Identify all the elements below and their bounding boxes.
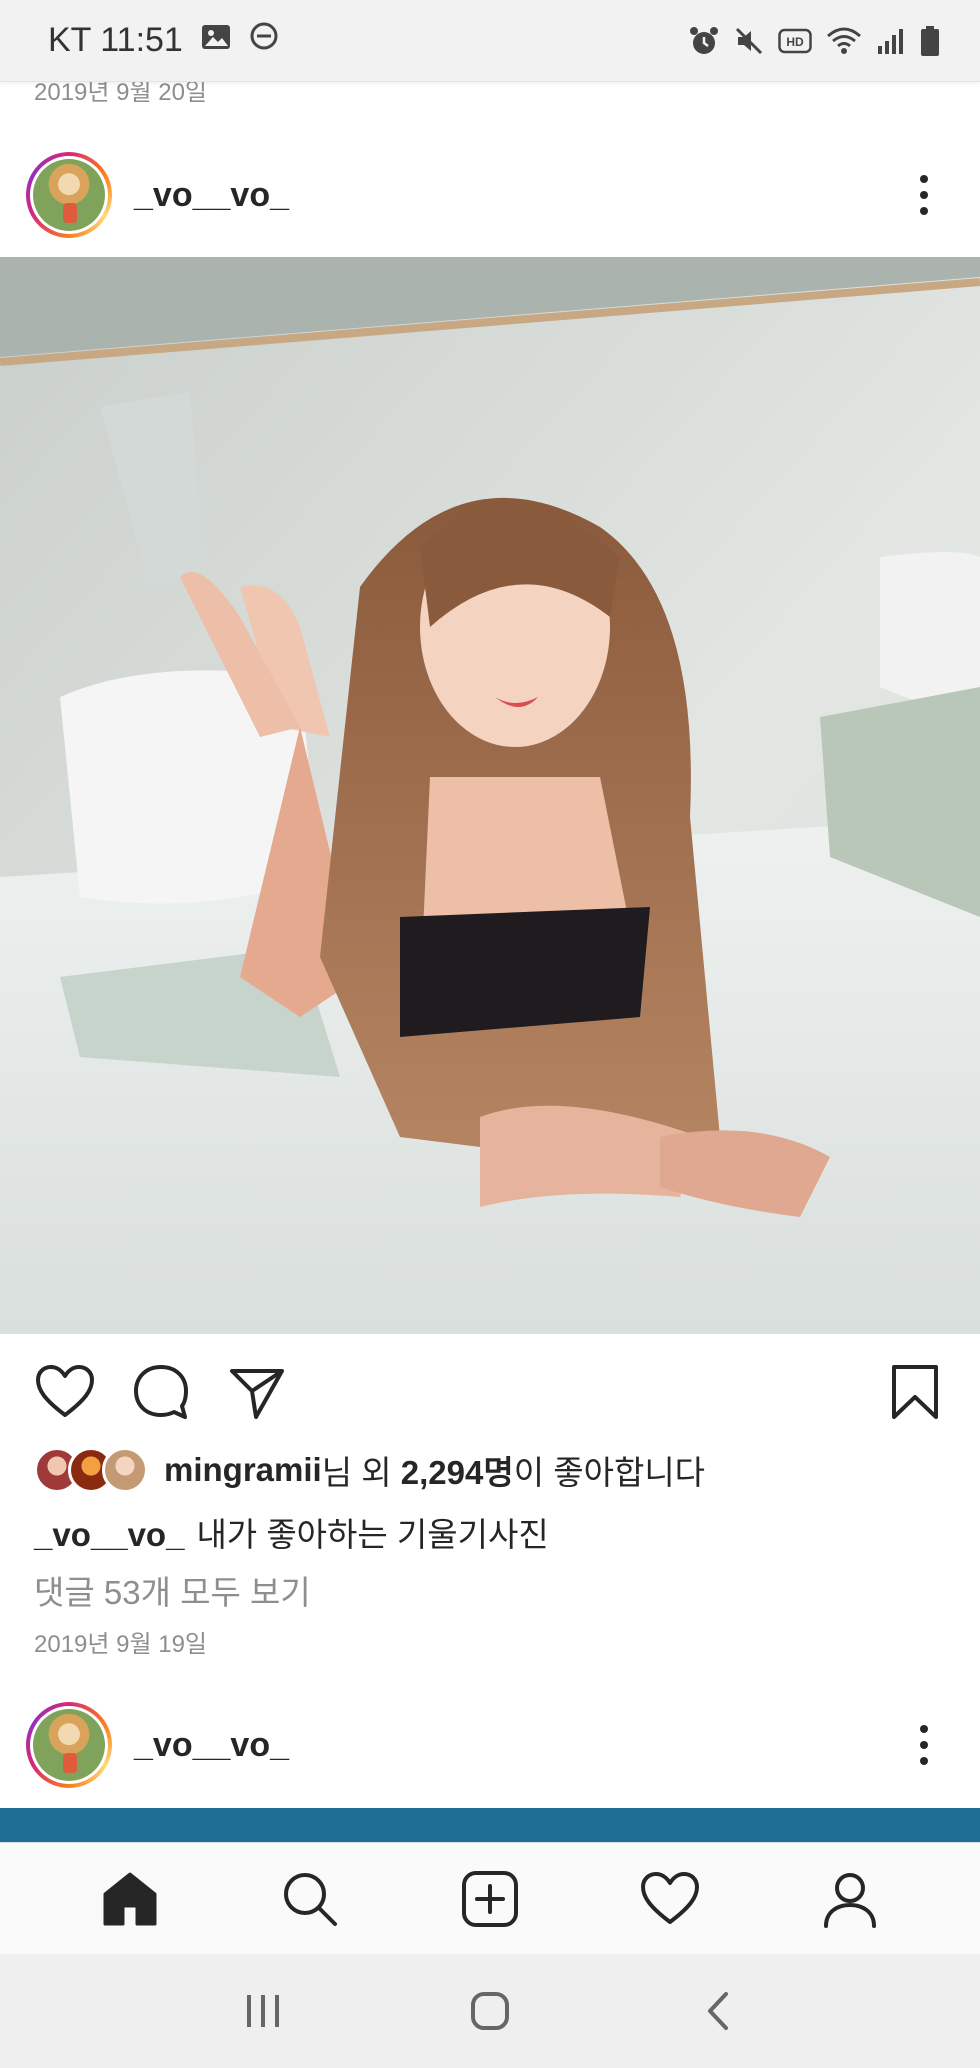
- next-post-header: _vo__vo_: [0, 1695, 980, 1795]
- mute-icon: [734, 26, 764, 56]
- post-username[interactable]: _vo__vo_: [134, 176, 289, 215]
- like-heart-icon[interactable]: [30, 1357, 100, 1427]
- share-send-icon[interactable]: [222, 1357, 292, 1427]
- carrier-time: KT 11:51: [48, 21, 183, 59]
- new-post-icon[interactable]: [450, 1859, 530, 1939]
- more-options-icon[interactable]: [904, 1715, 944, 1775]
- dnd-icon: [249, 21, 279, 60]
- back-icon[interactable]: [677, 1971, 757, 2051]
- home-button-icon[interactable]: [450, 1971, 530, 2051]
- hd-icon: HD: [778, 27, 812, 55]
- post-date: 2019년 9월 19일: [34, 1631, 208, 1658]
- avatar[interactable]: [26, 1702, 112, 1788]
- signal-icon: [876, 26, 906, 56]
- post-header: _vo__vo_: [0, 145, 980, 245]
- likes-tail: 이 좋아합니다: [513, 1454, 706, 1491]
- search-icon[interactable]: [270, 1859, 350, 1939]
- post-photo: [0, 257, 980, 1334]
- post-image[interactable]: [0, 257, 980, 1334]
- avatar-image: [33, 159, 105, 231]
- status-bar: KT 11:51 HD: [0, 0, 980, 82]
- wifi-icon: [826, 26, 862, 56]
- liked-by-suffix: 님 외: [321, 1454, 401, 1491]
- caption-text: 내가 좋아하는 기울기사진: [196, 1516, 549, 1553]
- like-count[interactable]: 2,294명: [401, 1446, 514, 1494]
- next-post-username[interactable]: _vo__vo_: [134, 1726, 289, 1765]
- status-left: KT 11:51: [48, 21, 279, 60]
- activity-icon[interactable]: [630, 1859, 710, 1939]
- comment-bubble-icon[interactable]: [126, 1357, 196, 1427]
- status-right: HD: [688, 25, 940, 57]
- bottom-nav: [0, 1842, 980, 1954]
- home-icon[interactable]: [90, 1859, 170, 1939]
- avatar-border: [30, 1706, 108, 1784]
- recent-apps-icon[interactable]: [223, 1971, 303, 2051]
- gallery-icon: [201, 21, 231, 60]
- avatar-image: [33, 1709, 105, 1781]
- svg-text:HD: HD: [786, 35, 804, 49]
- caption-username[interactable]: _vo__vo_: [34, 1516, 184, 1553]
- more-options-icon[interactable]: [904, 165, 944, 225]
- avatar-border: [30, 156, 108, 234]
- profile-icon[interactable]: [810, 1859, 890, 1939]
- bookmark-icon[interactable]: [880, 1357, 950, 1427]
- post-caption: _vo__vo_ 내가 좋아하는 기울기사진: [34, 1508, 549, 1556]
- liked-by-username[interactable]: mingramii: [164, 1451, 322, 1489]
- post-actions: [0, 1356, 980, 1428]
- liker-avatars: [34, 1447, 148, 1493]
- next-post-image[interactable]: [0, 1808, 980, 1842]
- alarm-icon: [688, 25, 720, 57]
- battery-icon: [920, 25, 940, 57]
- system-nav-bar: [0, 1954, 980, 2068]
- view-all-comments-link[interactable]: 댓글 53개 모두 보기: [34, 1566, 311, 1614]
- liker-avatar: [102, 1447, 148, 1493]
- avatar[interactable]: [26, 152, 112, 238]
- likes-summary[interactable]: mingramii 님 외 2,294명 이 좋아합니다: [34, 1446, 705, 1494]
